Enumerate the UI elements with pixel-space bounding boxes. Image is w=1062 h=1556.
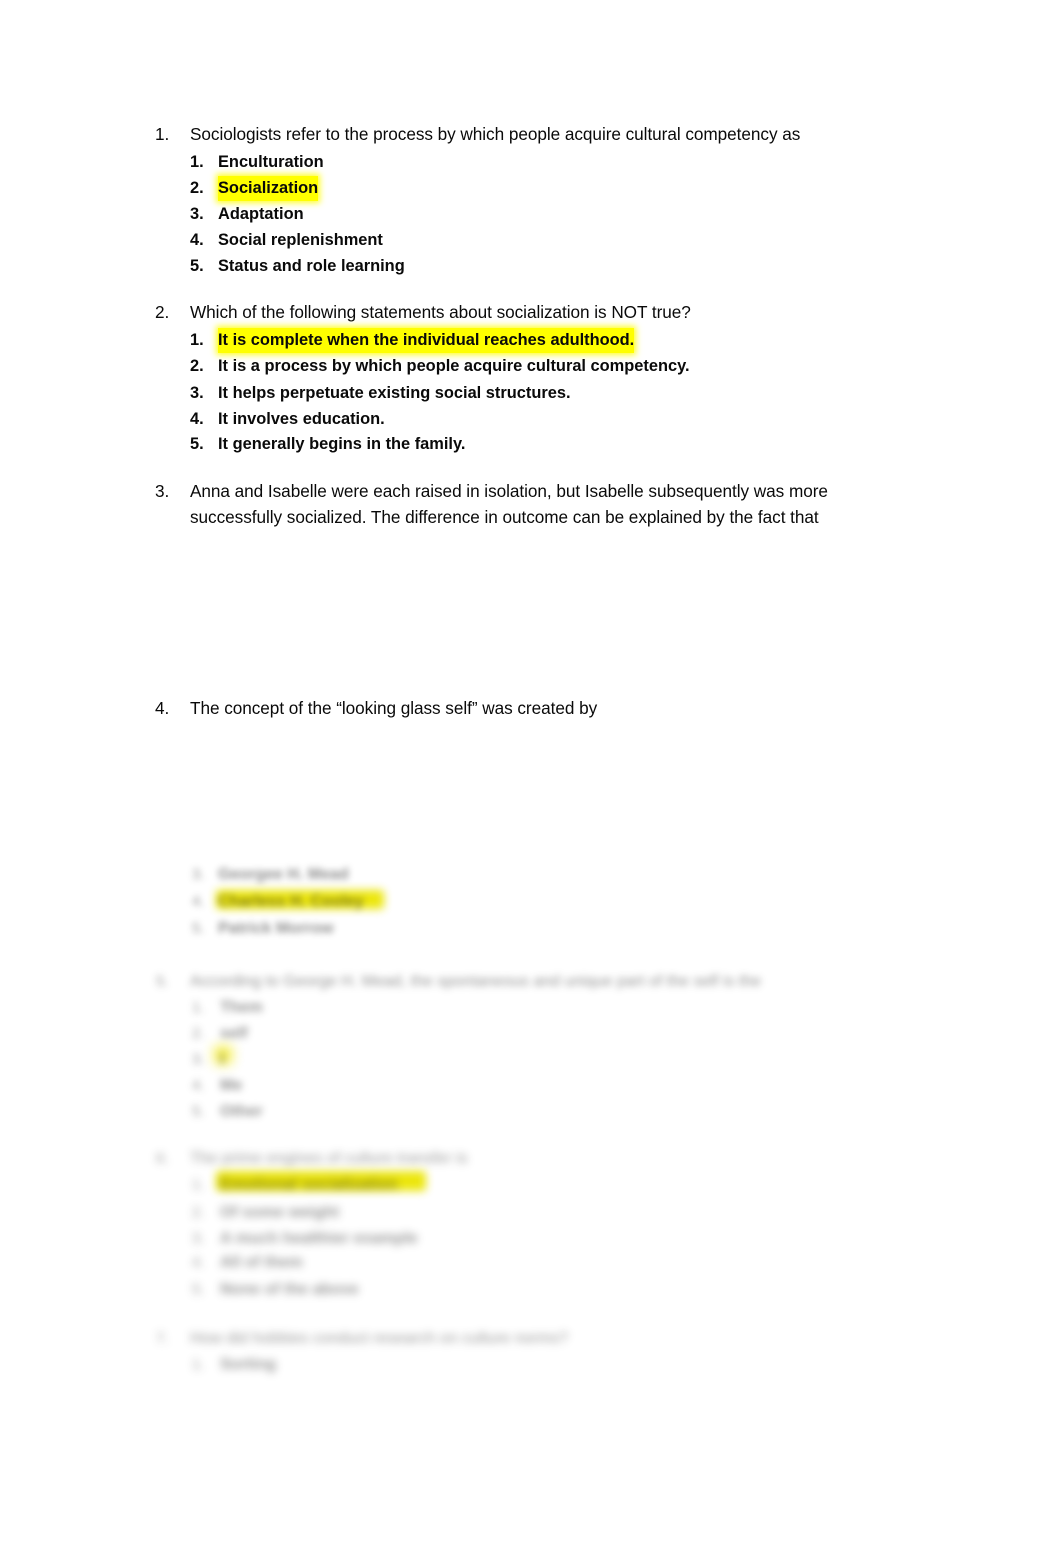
obscured-option-label-highlighted: I (220, 1051, 225, 1068)
question-1-prompt-row: 1. Sociologists refer to the process by … (0, 122, 1062, 148)
question-block-3: 3. Anna and Isabelle were each raised in… (0, 479, 1062, 530)
obscured-option-label: A much healthier example (220, 1230, 418, 1247)
question-2-prompt-row: 2. Which of the following statements abo… (0, 300, 1062, 326)
question-3-prompt-row-2: successfully socialized. The difference … (0, 505, 1062, 531)
obscured-option-number: 4. (192, 893, 205, 910)
option-label: It helps perpetuate existing social stru… (218, 383, 571, 402)
obscured-option-label-highlighted: Charless H. Cooley (218, 893, 364, 910)
question-3-prompt-row-1: 3. Anna and Isabelle were each raised in… (0, 479, 1062, 505)
question-block-2: 2. Which of the following statements abo… (0, 300, 1062, 461)
option-label: Social replenishment (218, 230, 383, 249)
obscured-option-number: 1. (192, 1356, 205, 1373)
obscured-option-number: 3. (192, 1051, 205, 1068)
obscured-option-label: All of them (220, 1254, 303, 1271)
option-item[interactable]: 1. It is complete when the individual re… (0, 327, 1062, 353)
option-number: 1. (190, 330, 204, 349)
option-number: 2. (190, 178, 204, 197)
obscured-option-label: Of some weight (220, 1204, 340, 1221)
obscured-option-label: Patrick Morrow (218, 920, 334, 937)
obscured-question-number: 6. (156, 1150, 169, 1167)
obscured-option-label: Sorting (220, 1356, 276, 1373)
option-item[interactable]: 1. Enculturation (0, 150, 1062, 175)
option-item[interactable]: 2. It is a process by which people acqui… (0, 354, 1062, 379)
option-number: 4. (190, 409, 204, 428)
obscured-option-label-highlighted: Emotional socialization (220, 1176, 398, 1193)
option-item[interactable]: 5. It generally begins in the family. (0, 432, 1062, 457)
option-label: It is a process by which people acquire … (218, 356, 690, 375)
obscured-option-label: Georgee H. Mead (218, 866, 349, 883)
option-item[interactable]: 2. Socialization (0, 175, 1062, 201)
obscured-option-number: 4. (192, 1077, 205, 1094)
option-label: Enculturation (218, 152, 324, 171)
question-4-number: 4. (155, 698, 170, 718)
question-2-prompt: Which of the following statements about … (190, 302, 691, 322)
option-label: It generally begins in the family. (218, 434, 466, 453)
document-page: 1. Sociologists refer to the process by … (0, 0, 1062, 1556)
obscured-option-number: 5. (192, 1103, 205, 1120)
obscured-option-label: self (220, 1025, 248, 1042)
question-2-options: 1. It is complete when the individual re… (0, 327, 1062, 461)
question-3-number: 3. (155, 481, 170, 501)
option-number: 4. (190, 230, 204, 249)
obscured-question-prompt: According to George H. Mead, the spontan… (190, 973, 762, 990)
option-item[interactable]: 3. Adaptation (0, 202, 1062, 227)
option-label: Adaptation (218, 204, 304, 223)
question-3-prompt-line-1: Anna and Isabelle were each raised in is… (190, 481, 828, 501)
obscured-question-prompt: The prime engines of culture transfer is (190, 1150, 468, 1167)
question-1-prompt: Sociologists refer to the process by whi… (190, 124, 801, 144)
obscured-option-number: 4. (192, 1254, 205, 1271)
option-number: 2. (190, 356, 204, 375)
obscured-option-label: Me (220, 1077, 243, 1094)
obscured-option-number: 1. (192, 1176, 205, 1193)
obscured-option-number: 1. (192, 999, 205, 1016)
obscured-option-label: None of the above (220, 1281, 359, 1298)
question-4-prompt: The concept of the “looking glass self” … (190, 698, 598, 718)
question-3-prompt-line-2: successfully socialized. The difference … (190, 506, 819, 527)
option-item[interactable]: 4. It involves education. (0, 407, 1062, 432)
option-label: It involves education. (218, 409, 385, 428)
obscured-option-number: 2. (192, 1025, 205, 1042)
question-2-number: 2. (155, 302, 170, 322)
question-block-1: 1. Sociologists refer to the process by … (0, 122, 1062, 283)
option-number: 3. (190, 383, 204, 402)
obscured-question-prompt: How did hobbies conduct research on cult… (190, 1330, 568, 1347)
obscured-option-number: 5. (192, 1281, 205, 1298)
obscured-question-number: 5. (156, 973, 169, 990)
option-label: Status and role learning (218, 256, 405, 275)
option-label-highlighted: Socialization (218, 175, 319, 201)
obscured-option-number: 3. (192, 866, 205, 883)
option-number: 5. (190, 434, 204, 453)
option-item[interactable]: 4. Social replenishment (0, 228, 1062, 253)
question-1-number: 1. (155, 124, 170, 144)
obscured-option-number: 3. (192, 1230, 205, 1247)
option-number: 5. (190, 256, 204, 275)
question-4-prompt-row: 4. The concept of the “looking glass sel… (0, 696, 1062, 722)
question-block-4: 4. The concept of the “looking glass sel… (0, 696, 1062, 722)
question-1-options: 1. Enculturation 2. Socialization 3. Ada… (0, 150, 1062, 283)
option-item[interactable]: 5. Status and role learning (0, 254, 1062, 279)
option-item[interactable]: 3. It helps perpetuate existing social s… (0, 381, 1062, 406)
obscured-question-number: 7. (156, 1330, 169, 1347)
obscured-option-label: Other (220, 1103, 263, 1120)
obscured-option-number: 5. (192, 920, 205, 937)
option-number: 3. (190, 204, 204, 223)
option-label-highlighted: It is complete when the individual reach… (218, 327, 635, 353)
obscured-option-label: Them (220, 999, 263, 1016)
obscured-option-number: 2. (192, 1204, 205, 1221)
option-number: 1. (190, 152, 204, 171)
